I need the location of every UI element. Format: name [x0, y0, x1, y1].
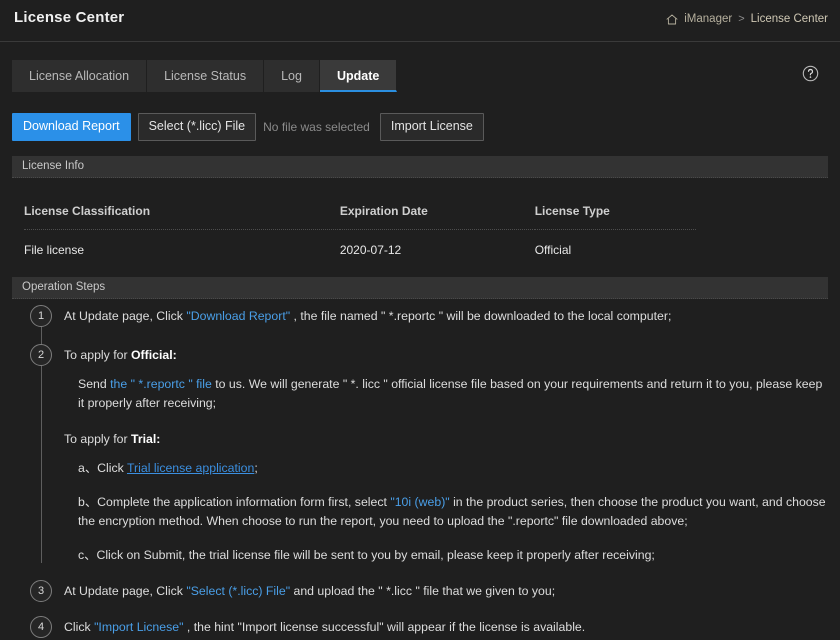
- page-header: License Center iManager > License Center: [0, 0, 840, 42]
- column-expiration-date: Expiration Date: [340, 198, 535, 230]
- tab-log[interactable]: Log: [264, 60, 320, 92]
- step-2-a-suffix: ;: [254, 461, 257, 475]
- step-2-a-prefix: a、Click: [78, 461, 127, 475]
- license-info-section-title: License Info: [22, 160, 84, 172]
- tab-bar: License Allocation License Status Log Up…: [0, 42, 840, 100]
- step-2-trial-heading: To apply for Trial:: [64, 428, 828, 449]
- chevron-right-icon: >: [738, 13, 744, 25]
- step-3-highlight: "Select (*.licc) File": [186, 584, 290, 598]
- step-2-official-body: Send the " *.reportc " file to us. We wi…: [64, 375, 828, 413]
- step-1: 1 At Update page, Click "Download Report…: [12, 305, 828, 329]
- operation-steps-section-header: Operation Steps: [12, 277, 828, 299]
- column-license-classification: License Classification: [24, 198, 340, 230]
- step-2-item-c: c、Click on Submit, the trial license fil…: [64, 546, 828, 565]
- step-4-part2: , the hint "Import license successful" w…: [183, 620, 585, 634]
- step-4-part1: Click: [64, 620, 94, 634]
- operation-steps-list: 1 At Update page, Click "Download Report…: [12, 305, 828, 640]
- license-info-section-header: License Info: [12, 156, 828, 178]
- step-4-highlight: "Import Licnese": [94, 620, 183, 634]
- tab-license-status[interactable]: License Status: [147, 60, 264, 92]
- step-2-marker: 2: [30, 344, 52, 366]
- step-2: 2 To apply for Official: Send the " *.re…: [12, 344, 828, 565]
- select-licc-file-button[interactable]: Select (*.licc) File: [138, 113, 257, 141]
- step-1-highlight: "Download Report": [186, 309, 290, 323]
- page-title: License Center: [14, 9, 124, 26]
- step-2-item-b: b、Complete the application information f…: [64, 493, 828, 531]
- step-2-b-part1: b、Complete the application information f…: [78, 495, 390, 509]
- table-row: File license 2020-07-12 Official: [24, 230, 696, 268]
- tab-update[interactable]: Update: [320, 60, 397, 92]
- table-header-row: License Classification Expiration Date L…: [24, 198, 696, 230]
- breadcrumb: iManager > License Center: [666, 13, 828, 25]
- step-2-item-a: a、Click Trial license application;: [64, 459, 828, 478]
- step-2-official-lead: To apply for: [64, 348, 131, 362]
- step-2-b-highlight: "10i (web)": [390, 495, 449, 509]
- license-info-table: License Classification Expiration Date L…: [24, 198, 696, 267]
- breadcrumb-current: License Center: [751, 13, 828, 25]
- home-icon[interactable]: [666, 14, 678, 25]
- tab-license-allocation[interactable]: License Allocation: [12, 60, 147, 92]
- help-icon[interactable]: [802, 65, 819, 82]
- step-2-official-body-highlight: the " *.reportc " file: [110, 377, 212, 391]
- step-3-text: At Update page, Click "Select (*.licc) F…: [64, 580, 828, 601]
- trial-license-application-link[interactable]: Trial license application: [127, 461, 254, 475]
- download-report-button[interactable]: Download Report: [12, 113, 131, 141]
- breadcrumb-root[interactable]: iManager: [684, 13, 732, 25]
- step-1-part1: At Update page, Click: [64, 309, 186, 323]
- operation-steps-section-title: Operation Steps: [22, 281, 105, 293]
- cell-license-classification: File license: [24, 230, 340, 268]
- file-status-label: No file was selected: [263, 120, 370, 134]
- step-1-marker: 1: [30, 305, 52, 327]
- step-3-part1: At Update page, Click: [64, 584, 186, 598]
- step-4-marker: 4: [30, 616, 52, 638]
- cell-license-type: Official: [535, 230, 696, 268]
- step-2-trial-lead: To apply for: [64, 432, 131, 446]
- tabs-container: License Allocation License Status Log Up…: [12, 60, 397, 92]
- cell-expiration-date: 2020-07-12: [340, 230, 535, 268]
- step-2-official-heading: To apply for Official:: [64, 344, 828, 365]
- toolbar: Download Report Select (*.licc) File No …: [12, 113, 484, 141]
- step-1-part2: , the file named " *.reportc " will be d…: [290, 309, 671, 323]
- step-3-marker: 3: [30, 580, 52, 602]
- step-2-official-label: Official:: [131, 348, 177, 362]
- step-2-trial-label: Trial:: [131, 432, 160, 446]
- step-1-text: At Update page, Click "Download Report" …: [64, 305, 828, 326]
- step-3: 3 At Update page, Click "Select (*.licc)…: [12, 580, 828, 604]
- step-4-text: Click "Import Licnese" , the hint "Impor…: [64, 616, 828, 637]
- column-license-type: License Type: [535, 198, 696, 230]
- step-3-part2: and upload the " *.licc " file that we g…: [290, 584, 555, 598]
- step-4: 4 Click "Import Licnese" , the hint "Imp…: [12, 616, 828, 640]
- step-2-official-body-1: Send: [78, 377, 110, 391]
- import-license-button[interactable]: Import License: [380, 113, 484, 141]
